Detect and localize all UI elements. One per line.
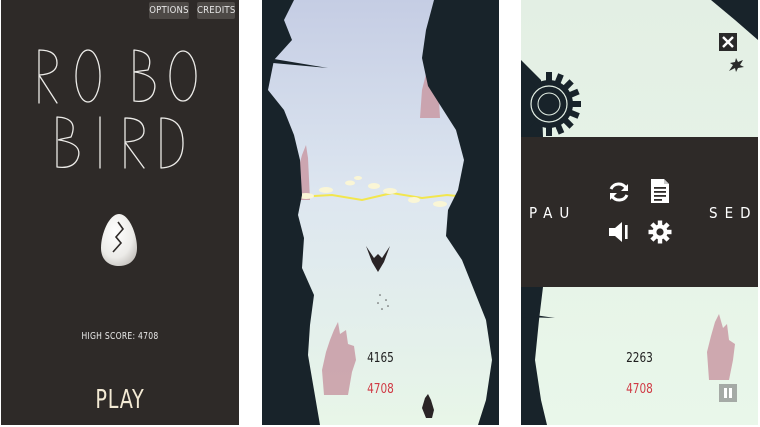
paused-screen: PAU SED 2263 4708 (521, 0, 758, 425)
gameplay-screen: 4165 4708 (262, 0, 499, 425)
document-icon[interactable] (649, 178, 671, 204)
settings-icon[interactable] (648, 220, 672, 244)
sound-icon[interactable] (607, 220, 631, 244)
leaf-icon (729, 58, 744, 72)
pause-icon[interactable] (719, 384, 737, 402)
paused-title-right: SED (709, 204, 758, 222)
close-icon[interactable] (719, 33, 737, 51)
play-button[interactable]: PLAY (22, 385, 217, 415)
current-score: 4165 (367, 351, 394, 366)
paused-title-left: PAU (529, 204, 577, 222)
restart-icon[interactable] (607, 180, 631, 204)
main-menu-screen: OPTIONS CREDITS HIGH SCORE: 4708 PLAY (1, 0, 239, 425)
egg-icon[interactable] (99, 212, 139, 268)
high-score-label: HIGH SCORE: 4708 (81, 331, 159, 342)
current-score: 2263 (626, 351, 653, 366)
robo-bird-logo (38, 49, 197, 169)
best-score: 4708 (367, 382, 394, 397)
best-score: 4708 (626, 382, 653, 397)
